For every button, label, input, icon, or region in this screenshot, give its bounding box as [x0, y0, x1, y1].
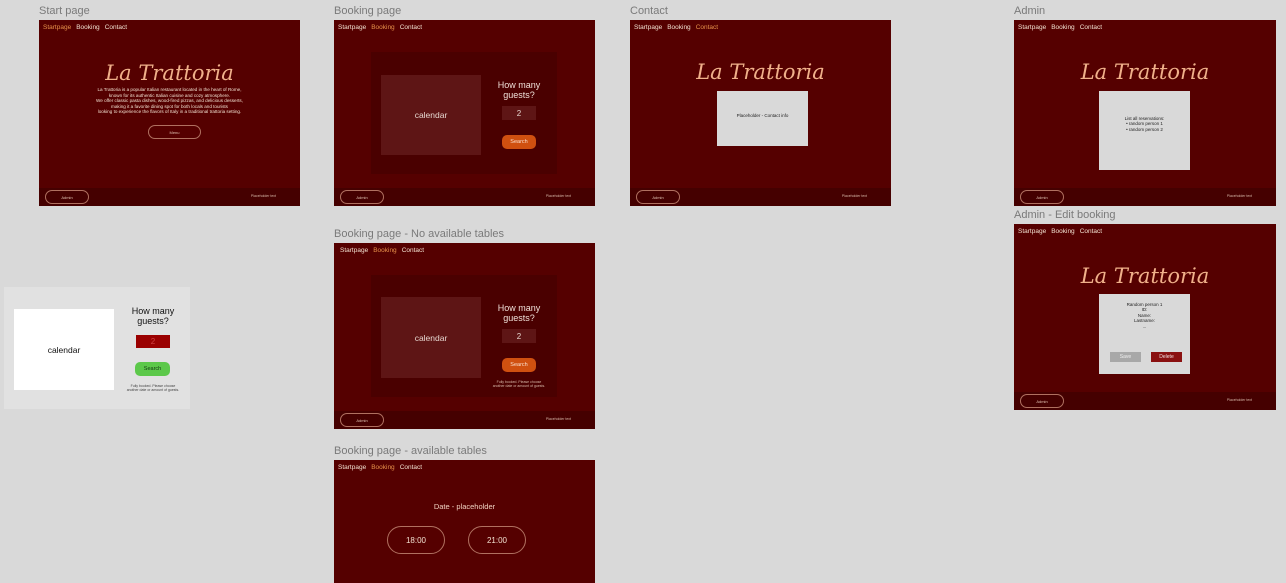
nav-contact[interactable]: Contact [1080, 24, 1102, 31]
nav-contact[interactable]: Contact [105, 24, 127, 31]
logo: La Trattoria [105, 61, 234, 85]
frame-title-no-tables: Booking page - No available tables [334, 228, 505, 240]
save-button[interactable]: Save [1110, 352, 1141, 362]
nav-startpage[interactable]: Startpage [43, 24, 71, 31]
admin-button[interactable]: Admin [1020, 190, 1064, 204]
search-button[interactable]: Search [502, 135, 536, 149]
nav-bar: Startpage Booking Contact [634, 24, 723, 31]
nav-booking[interactable]: Booking [373, 247, 397, 254]
guests-question: How many guests? [497, 303, 541, 323]
nav-booking[interactable]: Booking [1051, 24, 1075, 31]
timeslot-1800[interactable]: 18:00 [387, 526, 445, 554]
nav-startpage[interactable]: Startpage [338, 464, 366, 471]
nav-startpage[interactable]: Startpage [1018, 228, 1046, 235]
delete-button[interactable]: Delete [1151, 352, 1182, 362]
admin-button[interactable]: Admin [45, 190, 89, 204]
fully-booked-message: Fully booked. Please choose another date… [126, 384, 180, 393]
contact-info-text: Placeholder - Contact info [736, 113, 789, 118]
start-page-frame: Startpage Booking Contact La Trattoria La … [39, 20, 300, 206]
nav-contact[interactable]: Contact [402, 247, 424, 254]
guests-question: How many guests? [497, 80, 541, 100]
reservation-item[interactable]: • random person 2 [1099, 127, 1190, 132]
search-button[interactable]: Search [502, 358, 536, 372]
nav-contact[interactable]: Contact [400, 24, 422, 31]
nav-bar: Startpage Booking Contact [338, 464, 427, 471]
logo: La Trattoria [1080, 60, 1210, 84]
nav-booking[interactable]: Booking [1051, 228, 1075, 235]
nav-bar: Startpage Booking Contact [43, 24, 132, 31]
frame-title-available: Booking page - available tables [334, 445, 487, 457]
footer: Admin Placeholder text [334, 188, 595, 206]
booking-widget: calendar How many guests? 2 Search Fully… [4, 287, 190, 409]
admin-button[interactable]: Admin [636, 190, 680, 204]
nav-booking[interactable]: Booking [667, 24, 691, 31]
booking-more: ... [1142, 323, 1147, 329]
nav-startpage[interactable]: Startpage [634, 24, 662, 31]
nav-contact[interactable]: Contact [400, 464, 422, 471]
booking-no-tables-frame: Startpage Booking Contact calendar How man… [334, 243, 595, 429]
nav-bar: Startpage Booking Contact [338, 24, 427, 31]
footer-text: Placeholder text [545, 417, 571, 421]
nav-bar: Startpage Booking Contact [1018, 228, 1107, 235]
calendar[interactable]: calendar [381, 297, 481, 378]
footer: Admin Placeholder text [1014, 392, 1276, 410]
nav-contact[interactable]: Contact [1080, 228, 1102, 235]
nav-booking[interactable]: Booking [76, 24, 100, 31]
footer-text: Placeholder text [1226, 194, 1252, 198]
calendar[interactable]: calendar [381, 75, 481, 155]
footer-text: Placeholder text [545, 194, 571, 198]
nav-bar: Startpage Booking Contact [1018, 24, 1107, 31]
reservations-box: List all reservations: • random person 1… [1099, 91, 1190, 170]
footer: Admin Placeholder text [630, 188, 891, 206]
guests-question: How many guests? [131, 306, 175, 326]
nav-startpage[interactable]: Startpage [340, 247, 368, 254]
nav-startpage[interactable]: Startpage [1018, 24, 1046, 31]
booking-page-frame: Startpage Booking Contact calendar How man… [334, 20, 595, 206]
calendar[interactable]: calendar [14, 309, 114, 390]
frame-title-start: Start page [39, 5, 90, 17]
frame-title-admin: Admin [1014, 5, 1046, 17]
nav-booking[interactable]: Booking [371, 24, 395, 31]
contact-page-frame: Startpage Booking Contact La Trattoria Pla… [630, 20, 891, 206]
nav-booking[interactable]: Booking [371, 464, 395, 471]
intro-line: looking to experience the flavors of Ita… [97, 109, 242, 115]
footer-text: Placeholder text [250, 194, 276, 198]
frame-title-admin-edit: Admin - Edit booking [1014, 209, 1116, 221]
frame-title-booking: Booking page [334, 5, 402, 17]
admin-button[interactable]: Admin [340, 190, 384, 204]
footer: Admin Placeholder text [334, 411, 595, 429]
admin-button[interactable]: Admin [340, 413, 384, 427]
contact-info-box: Placeholder - Contact info [717, 91, 808, 146]
menu-button[interactable]: Menu [148, 125, 201, 139]
frame-title-contact: Contact [630, 5, 668, 17]
date-label: Date - placeholder [433, 502, 496, 511]
nav-contact[interactable]: Contact [696, 24, 718, 31]
guests-input[interactable]: 2 [136, 335, 170, 348]
nav-bar: Startpage Booking Contact [340, 247, 429, 254]
nav-startpage[interactable]: Startpage [338, 24, 366, 31]
guests-input[interactable]: 2 [502, 106, 536, 120]
footer: Admin Placeholder text [1014, 188, 1276, 206]
footer: Admin Placeholder text [39, 188, 300, 206]
search-button[interactable]: Search [135, 362, 170, 376]
admin-page-frame: Startpage Booking Contact La Trattoria Lis… [1014, 20, 1276, 206]
intro-text: La Trattoria is a popular Italian restau… [39, 87, 300, 115]
logo: La Trattoria [1080, 264, 1210, 288]
admin-button[interactable]: Admin [1020, 394, 1064, 408]
guests-input[interactable]: 2 [502, 329, 536, 343]
edit-booking-box: Random person 1 ID: Name: Lastname: ... [1099, 294, 1190, 374]
admin-edit-frame: Startpage Booking Contact La Trattoria Ran… [1014, 224, 1276, 410]
booking-available-frame: Startpage Booking Contact Date - placehold… [334, 460, 595, 583]
timeslot-2100[interactable]: 21:00 [468, 526, 526, 554]
footer-text: Placeholder text [841, 194, 867, 198]
footer-text: Placeholder text [1226, 398, 1252, 402]
fully-booked-message: Fully booked. Please choose another date… [492, 380, 546, 389]
logo: La Trattoria [696, 60, 825, 84]
